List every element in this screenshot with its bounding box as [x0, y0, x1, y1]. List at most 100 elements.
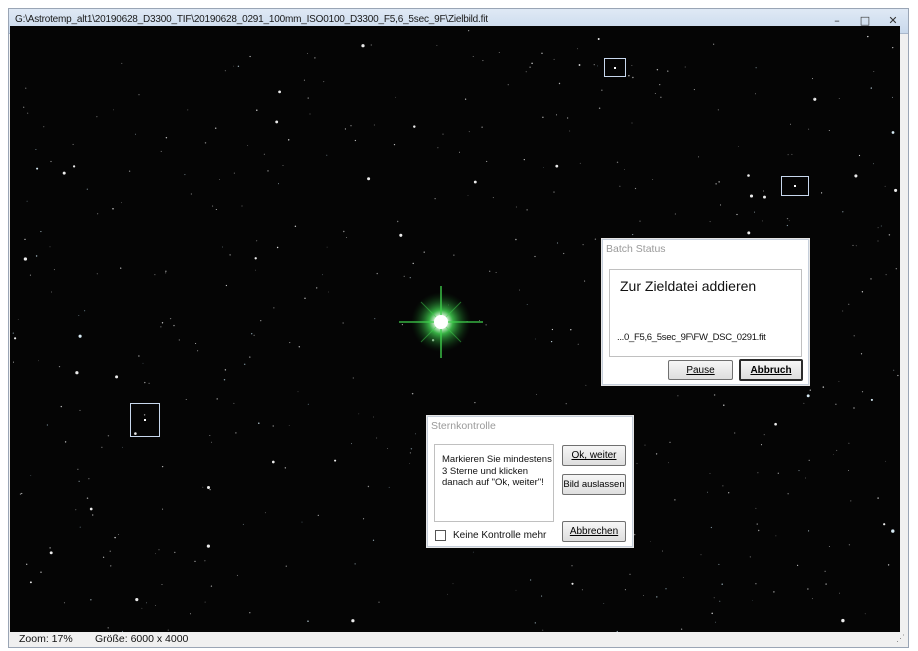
star	[233, 65, 234, 67]
star	[301, 521, 303, 523]
pause-button[interactable]: Pause	[668, 360, 733, 380]
star	[373, 124, 375, 126]
star	[160, 326, 162, 328]
star	[358, 413, 360, 415]
star	[839, 592, 840, 594]
star	[307, 52, 308, 54]
star	[102, 556, 105, 558]
star	[317, 514, 319, 517]
star	[616, 161, 619, 164]
star	[551, 328, 554, 331]
star	[51, 291, 52, 293]
zoom-readout: Zoom: 17%	[19, 633, 73, 645]
star	[655, 453, 658, 455]
star	[144, 381, 146, 384]
sternkontrolle-dialog: Sternkontrolle Markieren Sie mindestens …	[427, 416, 633, 547]
star	[256, 240, 258, 242]
star	[668, 462, 669, 464]
star	[162, 508, 164, 510]
checkbox[interactable]	[435, 530, 446, 541]
star	[808, 459, 810, 461]
cancel-button[interactable]: Abbrechen	[562, 521, 626, 542]
star	[271, 460, 275, 464]
star	[216, 398, 218, 400]
star	[489, 270, 491, 272]
star	[842, 211, 844, 213]
star	[789, 123, 791, 125]
star	[893, 369, 895, 371]
star	[459, 151, 460, 153]
star	[88, 478, 90, 480]
star	[36, 167, 39, 170]
star	[603, 602, 605, 604]
status-heading: Zur Zieldatei addieren	[620, 278, 757, 294]
star-marker[interactable]	[604, 58, 626, 77]
star	[894, 188, 898, 192]
star	[173, 324, 175, 327]
star	[809, 389, 811, 391]
star	[367, 485, 370, 488]
star	[307, 97, 309, 99]
instructions-panel: Markieren Sie mindestens 3 Sterne und kl…	[434, 444, 554, 522]
star	[135, 133, 136, 135]
ok-continue-button[interactable]: Ok, weiter	[562, 445, 626, 466]
star	[128, 170, 131, 172]
star	[142, 362, 144, 364]
star	[40, 571, 42, 573]
star	[760, 444, 763, 446]
star	[121, 630, 124, 632]
star	[749, 194, 754, 198]
no-check-checkbox-row[interactable]: Keine Kontrolle mehr	[435, 530, 546, 541]
star	[755, 507, 757, 509]
star	[90, 599, 92, 601]
star	[354, 563, 356, 565]
abort-button[interactable]: Abbruch	[739, 359, 803, 381]
star	[399, 233, 403, 237]
current-file: ...0_F5,6_5sec_9F\FW_DSC_0291.fit	[617, 332, 766, 343]
star	[656, 596, 658, 598]
star	[289, 342, 291, 344]
star	[751, 599, 753, 601]
star	[423, 251, 425, 253]
star	[806, 394, 810, 398]
star	[786, 217, 789, 220]
star	[247, 145, 249, 147]
star	[601, 89, 603, 91]
star	[161, 322, 164, 324]
star	[121, 62, 123, 64]
star	[393, 143, 396, 146]
star	[101, 446, 103, 448]
star	[870, 398, 873, 401]
star	[236, 574, 238, 576]
star	[58, 365, 61, 368]
star	[195, 342, 197, 345]
star	[344, 128, 346, 130]
star	[597, 38, 600, 40]
star	[174, 551, 176, 554]
star	[891, 529, 895, 533]
star	[519, 289, 520, 291]
star-marker[interactable]	[130, 403, 160, 437]
star	[86, 497, 89, 499]
star	[861, 291, 864, 293]
star	[309, 113, 311, 115]
star	[755, 67, 757, 69]
star	[749, 556, 751, 558]
star	[372, 539, 375, 541]
star	[387, 448, 388, 449]
star	[722, 485, 724, 487]
star	[263, 153, 265, 155]
star	[892, 46, 894, 49]
star	[680, 628, 683, 630]
star-marker[interactable]	[781, 176, 809, 196]
star	[565, 403, 567, 405]
resize-grip-icon[interactable]: ⋰	[896, 633, 906, 643]
star	[284, 467, 286, 469]
skip-image-button[interactable]: Bild auslassen	[562, 474, 626, 495]
star	[249, 612, 251, 614]
star	[434, 198, 436, 200]
star	[107, 627, 109, 629]
star	[667, 70, 669, 72]
window-title: G:\Astrotemp_alt1\20190628_D3300_TIF\201…	[15, 14, 488, 25]
star	[146, 602, 147, 604]
